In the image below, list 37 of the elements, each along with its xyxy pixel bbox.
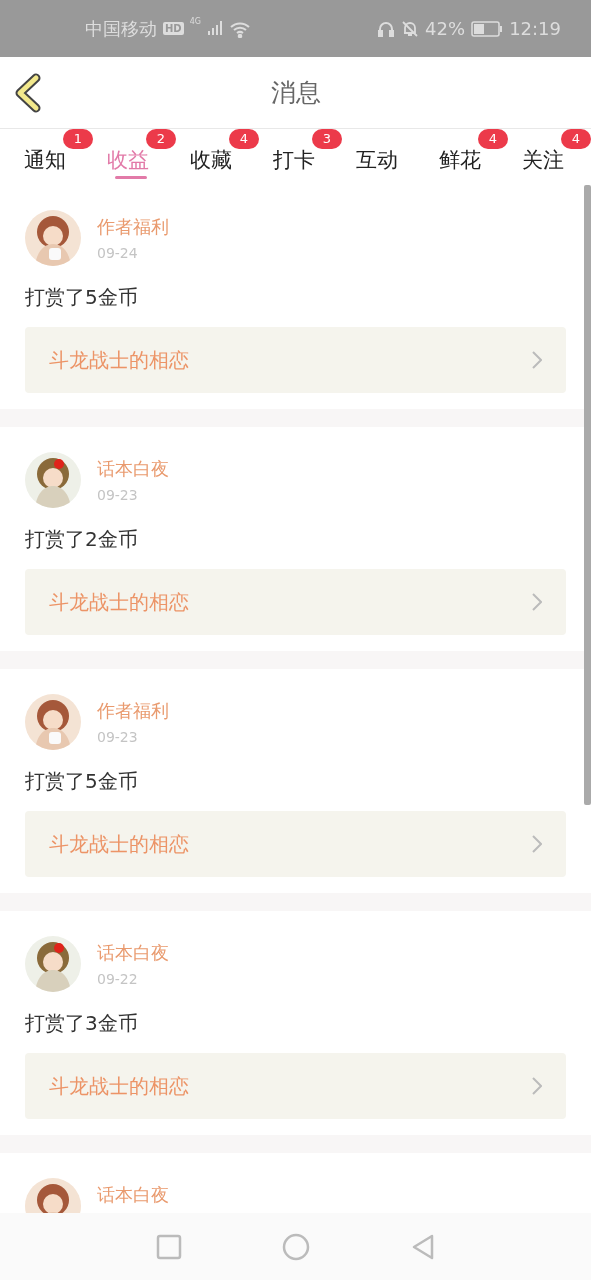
recent-apps-button[interactable] xyxy=(155,1233,182,1260)
message-text: 打赏了5金币 xyxy=(25,284,139,311)
message-text: 打赏了2金币 xyxy=(25,526,139,553)
count-badge: 2 xyxy=(146,129,176,149)
count-badge: 1 xyxy=(63,129,93,149)
headphones-icon xyxy=(377,19,396,38)
message-text: 打赏了3金币 xyxy=(25,1010,139,1037)
chevron-right-icon xyxy=(532,593,542,611)
sender-name: 作者福利 xyxy=(97,215,169,239)
message-date: 09-24 xyxy=(97,245,139,261)
message-date: 09-22 xyxy=(97,971,139,987)
sender-name: 话本白夜 xyxy=(97,941,169,965)
battery-percent: 42% xyxy=(425,18,466,39)
chevron-right-icon xyxy=(532,1077,542,1095)
wifi-icon xyxy=(228,19,251,38)
carrier-name: 中国移动 xyxy=(85,16,157,41)
hd-badge: HD xyxy=(163,22,184,35)
sender-name: 话本白夜 xyxy=(97,457,169,481)
chevron-right-icon xyxy=(532,351,542,369)
clock-time: 12:19 xyxy=(509,18,561,39)
network-type: 4G xyxy=(189,17,201,26)
selected-underline xyxy=(115,176,147,179)
count-badge: 4 xyxy=(561,129,591,149)
count-badge: 3 xyxy=(312,129,342,149)
muted-bell-icon xyxy=(401,19,420,38)
message-text: 打赏了5金币 xyxy=(25,768,139,795)
chevron-right-icon xyxy=(532,835,542,853)
count-badge: 4 xyxy=(478,129,508,149)
battery-icon xyxy=(471,20,504,37)
home-button[interactable] xyxy=(281,1232,310,1261)
sender-name: 话本白夜 xyxy=(97,1183,169,1207)
message-date: 09-23 xyxy=(97,729,139,745)
count-badge: 4 xyxy=(229,129,259,149)
message-date: 09-23 xyxy=(97,487,139,503)
page-title: 消息 xyxy=(270,77,321,109)
sender-name: 作者福利 xyxy=(97,699,169,723)
signal-icon xyxy=(206,19,223,36)
